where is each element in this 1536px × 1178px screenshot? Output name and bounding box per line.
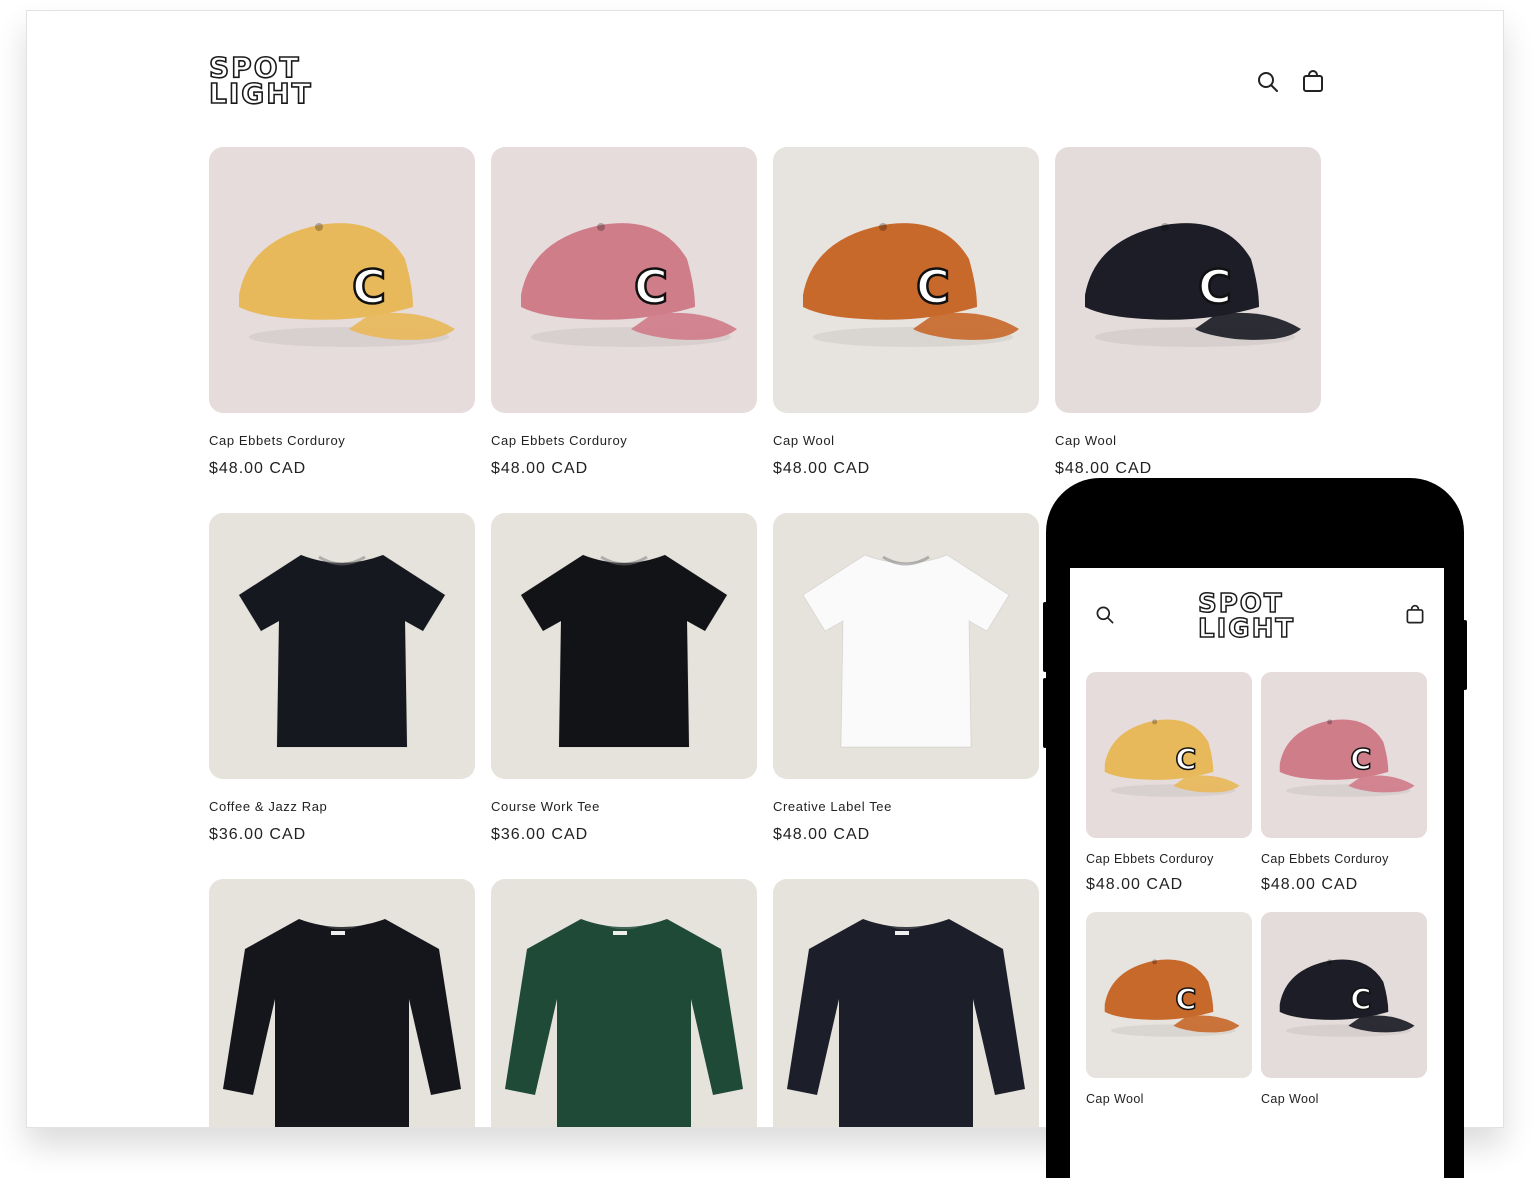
product-image[interactable] bbox=[209, 879, 475, 1127]
mobile-store-logo[interactable]: SPOT LIGHT bbox=[1197, 590, 1296, 644]
search-icon[interactable] bbox=[1094, 604, 1116, 626]
product-image[interactable] bbox=[491, 879, 757, 1127]
logo-line-2: LIGHT bbox=[208, 77, 313, 110]
product-image[interactable]: C bbox=[1086, 672, 1252, 838]
product-title[interactable]: Cap Wool bbox=[1086, 1092, 1252, 1106]
product-card[interactable]: C Cap Ebbets Corduroy $48.00 CAD bbox=[491, 147, 757, 483]
product-title[interactable]: Cap Wool bbox=[773, 433, 1039, 448]
product-card[interactable] bbox=[209, 879, 475, 1127]
product-price: $48.00 CAD bbox=[491, 460, 589, 477]
product-card[interactable]: C Cap Ebbets Corduroy $48.00 CAD bbox=[1086, 672, 1252, 894]
product-card[interactable]: C Cap Ebbets Corduroy $48.00 CAD bbox=[1261, 672, 1427, 894]
product-price: $36.00 CAD bbox=[209, 826, 307, 843]
product-price: $48.00 CAD bbox=[773, 826, 871, 843]
product-price: $36.00 CAD bbox=[491, 826, 589, 843]
mobile-product-grid: C Cap Ebbets Corduroy $48.00 CAD C Cap Eb… bbox=[1086, 672, 1427, 1116]
svg-text:C: C bbox=[1198, 260, 1232, 314]
product-price: $48.00 CAD bbox=[1261, 876, 1359, 893]
product-price: $48.00 CAD bbox=[1055, 460, 1153, 477]
product-card[interactable]: Coffee & Jazz Rap $36.00 CAD bbox=[209, 513, 475, 849]
product-title[interactable]: Cap Ebbets Corduroy bbox=[209, 433, 475, 448]
svg-text:C: C bbox=[1350, 982, 1371, 1016]
svg-text:C: C bbox=[634, 260, 668, 314]
product-card[interactable]: C Cap Wool bbox=[1086, 912, 1252, 1116]
product-title[interactable]: Coffee & Jazz Rap bbox=[209, 799, 475, 814]
product-title[interactable]: Cap Ebbets Corduroy bbox=[1086, 852, 1252, 866]
product-image[interactable]: C bbox=[1261, 912, 1427, 1078]
search-icon[interactable] bbox=[1255, 69, 1281, 95]
cart-icon[interactable] bbox=[1404, 604, 1426, 626]
phone-side-button bbox=[1043, 602, 1047, 672]
product-card[interactable]: C Cap Wool $48.00 CAD bbox=[773, 147, 1039, 483]
product-image[interactable]: C bbox=[491, 147, 757, 413]
mobile-phone-mockup: SPOT LIGHT C Cap Ebbets Corduroy $48.00 C… bbox=[1043, 478, 1467, 1178]
svg-text:C: C bbox=[1350, 742, 1371, 776]
store-logo[interactable]: SPOT LIGHT bbox=[208, 53, 313, 110]
product-price: $48.00 CAD bbox=[209, 460, 307, 477]
svg-text:C: C bbox=[916, 260, 950, 314]
svg-text:C: C bbox=[1175, 742, 1196, 776]
product-title[interactable]: Creative Label Tee bbox=[773, 799, 1039, 814]
product-title[interactable]: Course Work Tee bbox=[491, 799, 757, 814]
product-title[interactable]: Cap Wool bbox=[1261, 1092, 1427, 1106]
product-image[interactable] bbox=[773, 513, 1039, 779]
product-card[interactable] bbox=[491, 879, 757, 1127]
product-image[interactable]: C bbox=[1086, 912, 1252, 1078]
mobile-screen: SPOT LIGHT C Cap Ebbets Corduroy $48.00 C… bbox=[1070, 568, 1444, 1178]
product-image[interactable]: C bbox=[1055, 147, 1321, 413]
product-price: $48.00 CAD bbox=[773, 460, 871, 477]
product-title[interactable]: Cap Ebbets Corduroy bbox=[491, 433, 757, 448]
product-card[interactable]: Course Work Tee $36.00 CAD bbox=[491, 513, 757, 849]
svg-text:C: C bbox=[352, 260, 386, 314]
product-image[interactable]: C bbox=[1261, 672, 1427, 838]
product-price: $48.00 CAD bbox=[1086, 876, 1184, 893]
product-card[interactable] bbox=[773, 879, 1039, 1127]
phone-side-button bbox=[1043, 678, 1047, 748]
product-image[interactable]: C bbox=[209, 147, 475, 413]
product-card[interactable]: Creative Label Tee $48.00 CAD bbox=[773, 513, 1039, 849]
product-image[interactable] bbox=[491, 513, 757, 779]
product-title[interactable]: Cap Ebbets Corduroy bbox=[1261, 852, 1427, 866]
cart-icon[interactable] bbox=[1300, 69, 1326, 95]
product-card[interactable]: C Cap Wool bbox=[1261, 912, 1427, 1116]
logo-line-2: LIGHT bbox=[1197, 614, 1296, 644]
svg-text:C: C bbox=[1175, 982, 1196, 1016]
product-card[interactable]: C Cap Wool $48.00 CAD bbox=[1055, 147, 1321, 483]
phone-side-button bbox=[1463, 620, 1467, 690]
product-image[interactable] bbox=[773, 879, 1039, 1127]
product-image[interactable]: C bbox=[773, 147, 1039, 413]
product-title[interactable]: Cap Wool bbox=[1055, 433, 1321, 448]
product-image[interactable] bbox=[209, 513, 475, 779]
product-card[interactable]: C Cap Ebbets Corduroy $48.00 CAD bbox=[209, 147, 475, 483]
